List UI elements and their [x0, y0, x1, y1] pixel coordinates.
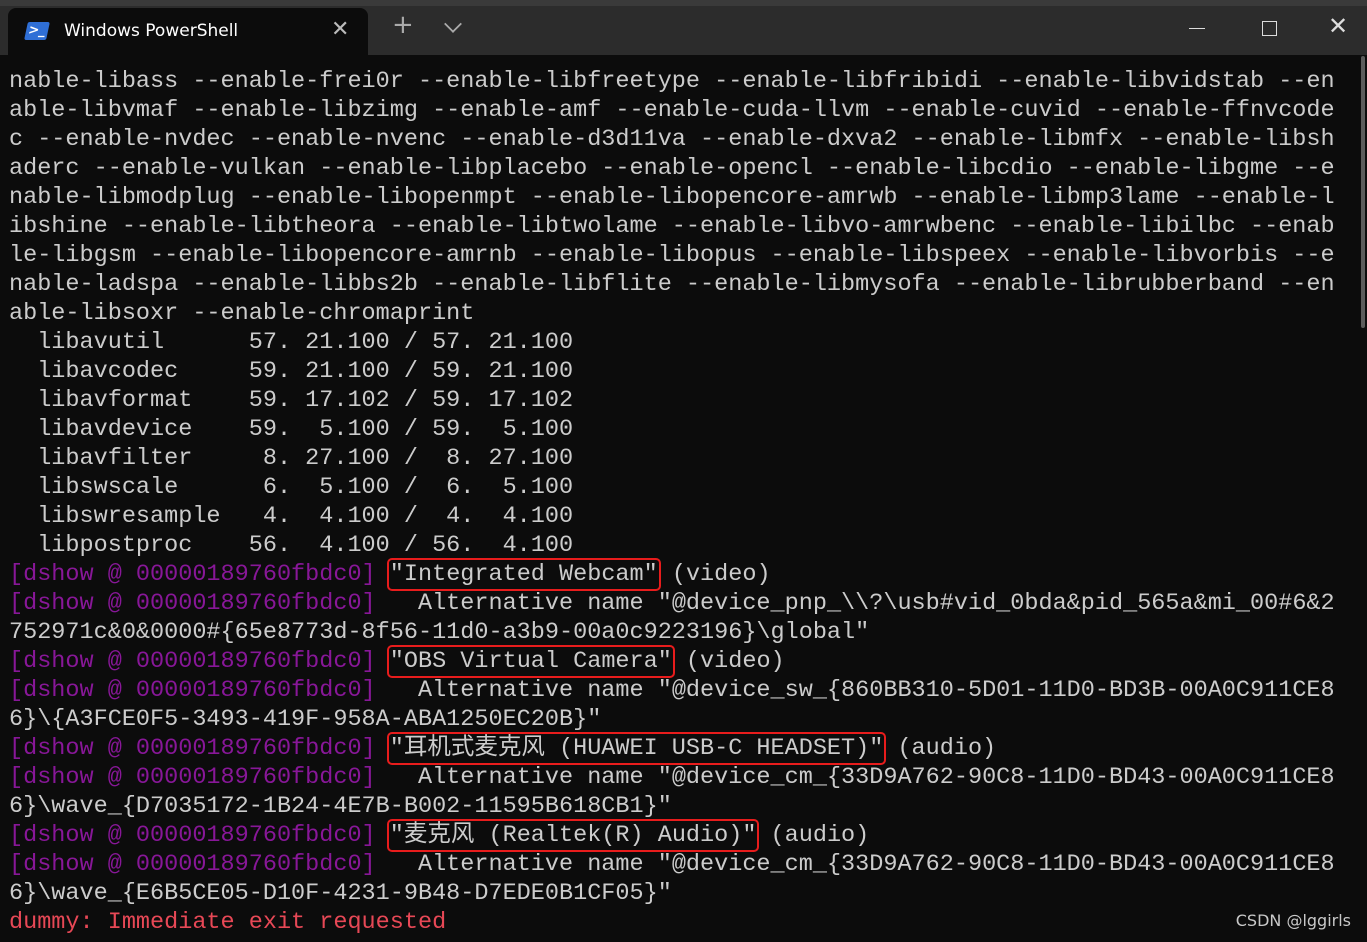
dshow-prefix: [dshow @ 00000189760fbdc0] — [9, 851, 376, 878]
scrollbar[interactable] — [1361, 56, 1365, 328]
config-text: nable-libmodplug --enable-libopenmpt --e… — [9, 184, 1335, 211]
close-icon[interactable]: ✕ — [1328, 12, 1348, 40]
alt-name-label: Alternative name — [375, 851, 658, 878]
chevron-down-icon[interactable] — [444, 15, 462, 33]
alt-name-line: [dshow @ 00000189760fbdc0] Alternative n… — [9, 589, 1335, 618]
alt-name-continuation: 6}\{A3FCE0F5-3493-419F-958A-ABA1250EC20B… — [9, 705, 1335, 734]
alt-name-line: [dshow @ 00000189760fbdc0] Alternative n… — [9, 763, 1335, 792]
alt-name-continuation: 752971c&0&0000#{65e8773d-8f56-11d0-a3b9-… — [9, 618, 1335, 647]
device-type: (video) — [671, 648, 785, 675]
lib-version-text: libavdevice 59. 5.100 / 59. 5.100 — [9, 416, 574, 443]
device-name-highlight: "Integrated Webcam" — [386, 558, 661, 591]
device-type: (video) — [657, 561, 771, 588]
dshow-prefix: [dshow @ 00000189760fbdc0] — [9, 735, 376, 762]
config-line: able-libsoxr --enable-chromaprint — [9, 299, 1335, 328]
error-text: dummy: Immediate exit requested — [9, 909, 447, 936]
alt-name-value: "@device_cm_{33D9A762-90C8-11D0-BD43-00A… — [657, 764, 1335, 791]
config-line: ibshine --enable-libtheora --enable-libt… — [9, 212, 1335, 241]
alt-name-value: "@device_pnp_\\?\usb#vid_0bda&pid_565a&m… — [657, 590, 1335, 617]
new-tab-button[interactable]: + — [392, 12, 414, 38]
device-type: (audio) — [756, 822, 870, 849]
lib-version-line: libavformat 59. 17.102 / 59. 17.102 — [9, 386, 1335, 415]
lib-version-text: libavfilter 8. 27.100 / 8. 27.100 — [9, 445, 574, 472]
device-line: [dshow @ 00000189760fbdc0] "耳机式麦克风 (HUAW… — [9, 732, 1335, 765]
dshow-prefix: [dshow @ 00000189760fbdc0] — [9, 677, 376, 704]
device-line: [dshow @ 00000189760fbdc0] "麦克风 (Realtek… — [9, 819, 1335, 852]
device-name-highlight: "麦克风 (Realtek(R) Audio)" — [386, 819, 760, 852]
device-name-highlight: "OBS Virtual Camera" — [386, 645, 675, 678]
minimize-icon[interactable] — [1189, 28, 1205, 29]
config-line: le-libgsm --enable-libopencore-amrnb --e… — [9, 241, 1335, 270]
dshow-prefix: [dshow @ 00000189760fbdc0] — [9, 590, 376, 617]
config-text: ibshine --enable-libtheora --enable-libt… — [9, 213, 1335, 240]
terminal-output[interactable]: nable-libass --enable-frei0r --enable-li… — [9, 67, 1335, 937]
lib-version-line: libswresample 4. 4.100 / 4. 4.100 — [9, 502, 1335, 531]
lib-version-text: libavcodec 59. 21.100 / 59. 21.100 — [9, 358, 574, 385]
device-type: (audio) — [883, 735, 997, 762]
alt-name-value: 6}\wave_{D7035172-1B24-4E7B-B002-11595B6… — [9, 793, 672, 820]
dshow-prefix: [dshow @ 00000189760fbdc0] — [9, 764, 376, 791]
config-text: nable-ladspa --enable-libbs2b --enable-l… — [9, 271, 1335, 298]
alt-name-continuation: 6}\wave_{D7035172-1B24-4E7B-B002-11595B6… — [9, 792, 1335, 821]
lib-version-text: libpostproc 56. 4.100 / 56. 4.100 — [9, 532, 574, 559]
alt-name-value: 752971c&0&0000#{65e8773d-8f56-11d0-a3b9-… — [9, 619, 870, 646]
config-line: nable-ladspa --enable-libbs2b --enable-l… — [9, 270, 1335, 299]
config-line: aderc --enable-vulkan --enable-libplaceb… — [9, 154, 1335, 183]
config-text: c --enable-nvdec --enable-nvenc --enable… — [9, 126, 1335, 153]
alt-name-label: Alternative name — [375, 764, 658, 791]
powershell-icon: >_ — [24, 22, 50, 40]
alt-name-continuation: 6}\wave_{E6B5CE05-D10F-4231-9B48-D7EDE0B… — [9, 879, 1335, 908]
alt-name-value: 6}\{A3FCE0F5-3493-419F-958A-ABA1250EC20B… — [9, 706, 602, 733]
device-name-highlight: "耳机式麦克风 (HUAWEI USB-C HEADSET)" — [386, 732, 887, 765]
lib-version-line: libswscale 6. 5.100 / 6. 5.100 — [9, 473, 1335, 502]
lib-version-line: libavfilter 8. 27.100 / 8. 27.100 — [9, 444, 1335, 473]
config-line: nable-libass --enable-frei0r --enable-li… — [9, 67, 1335, 96]
background-strip — [0, 0, 1367, 6]
lib-version-line: libpostproc 56. 4.100 / 56. 4.100 — [9, 531, 1335, 560]
config-text: able-libvmaf --enable-libzimg --enable-a… — [9, 97, 1335, 124]
lib-version-text: libswscale 6. 5.100 / 6. 5.100 — [9, 474, 574, 501]
alt-name-line: [dshow @ 00000189760fbdc0] Alternative n… — [9, 676, 1335, 705]
lib-version-line: libavdevice 59. 5.100 / 59. 5.100 — [9, 415, 1335, 444]
alt-name-value: 6}\wave_{E6B5CE05-D10F-4231-9B48-D7EDE0B… — [9, 880, 672, 907]
title-bar: >_ Windows PowerShell ✕ + ✕ — [0, 0, 1367, 55]
tab-title: Windows PowerShell — [64, 21, 239, 41]
lib-version-text: libswresample 4. 4.100 / 4. 4.100 — [9, 503, 574, 530]
alt-name-label: Alternative name — [375, 677, 658, 704]
watermark: CSDN @lggirls — [1235, 911, 1351, 930]
lib-version-line: libavutil 57. 21.100 / 57. 21.100 — [9, 328, 1335, 357]
device-line: [dshow @ 00000189760fbdc0] "Integrated W… — [9, 558, 1335, 591]
tab-windows-powershell[interactable]: >_ Windows PowerShell ✕ — [8, 8, 368, 55]
alt-name-value: "@device_sw_{860BB310-5D01-11D0-BD3B-00A… — [657, 677, 1335, 704]
config-line: able-libvmaf --enable-libzimg --enable-a… — [9, 96, 1335, 125]
config-line: nable-libmodplug --enable-libopenmpt --e… — [9, 183, 1335, 212]
alt-name-label: Alternative name — [375, 590, 658, 617]
lib-version-line: libavcodec 59. 21.100 / 59. 21.100 — [9, 357, 1335, 386]
alt-name-line: [dshow @ 00000189760fbdc0] Alternative n… — [9, 850, 1335, 879]
lib-version-text: libavutil 57. 21.100 / 57. 21.100 — [9, 329, 574, 356]
config-text: nable-libass --enable-frei0r --enable-li… — [9, 68, 1335, 95]
config-text: le-libgsm --enable-libopencore-amrnb --e… — [9, 242, 1335, 269]
dshow-prefix: [dshow @ 00000189760fbdc0] — [9, 561, 376, 588]
dshow-prefix: [dshow @ 00000189760fbdc0] — [9, 648, 376, 675]
maximize-icon[interactable] — [1262, 21, 1277, 36]
dshow-prefix: [dshow @ 00000189760fbdc0] — [9, 822, 376, 849]
config-line: c --enable-nvdec --enable-nvenc --enable… — [9, 125, 1335, 154]
lib-version-text: libavformat 59. 17.102 / 59. 17.102 — [9, 387, 574, 414]
error-line: dummy: Immediate exit requested — [9, 908, 1335, 937]
alt-name-value: "@device_cm_{33D9A762-90C8-11D0-BD43-00A… — [657, 851, 1335, 878]
config-text: aderc --enable-vulkan --enable-libplaceb… — [9, 155, 1335, 182]
device-line: [dshow @ 00000189760fbdc0] "OBS Virtual … — [9, 645, 1335, 678]
config-text: able-libsoxr --enable-chromaprint — [9, 300, 475, 327]
tab-close-icon[interactable]: ✕ — [331, 17, 349, 42]
